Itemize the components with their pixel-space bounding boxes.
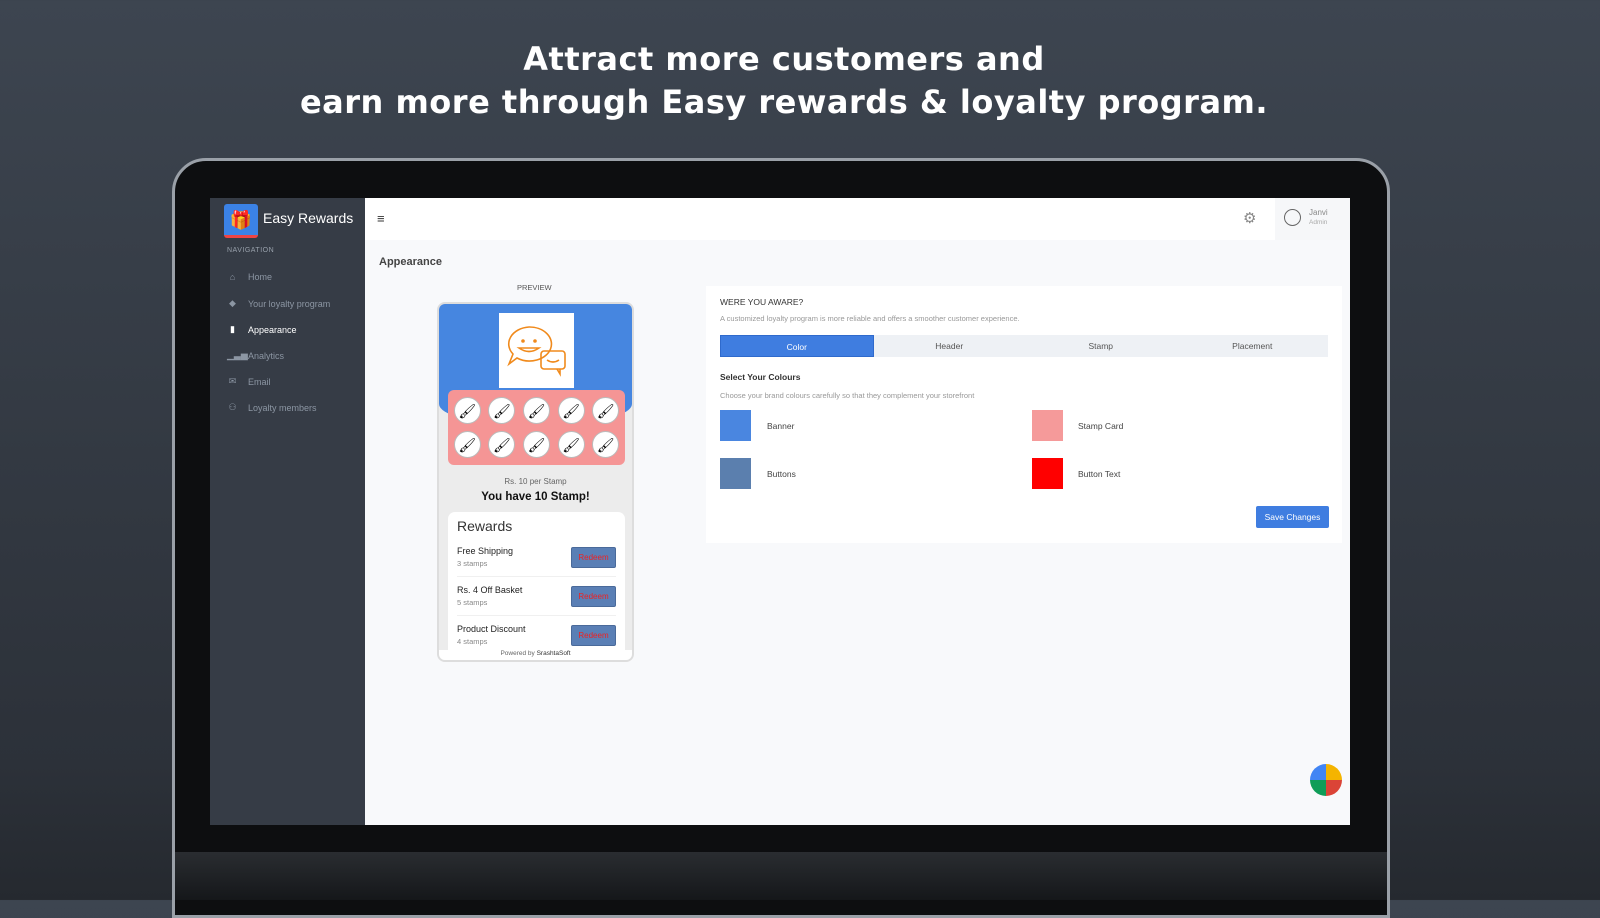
sidebar: 🎁 Easy Rewards NAVIGATION ⌂ Home ◆ Your lo… [210, 198, 365, 825]
aware-text: A customized loyalty program is more rel… [720, 314, 1020, 323]
headline-line-1: Attract more customers and [523, 40, 1045, 78]
banner-color-swatch[interactable] [720, 410, 751, 441]
users-icon: ⚇ [228, 402, 237, 412]
stamp-brush-icon: 🖌 [488, 431, 516, 459]
store-icon: ⌂ [229, 272, 236, 282]
appearance-settings-panel: WERE YOU AWARE? A customized loyalty pro… [706, 286, 1342, 543]
sidebar-item-loyalty-members[interactable]: ⚇ Loyalty members [227, 402, 317, 413]
sidebar-item-label: Your loyalty program [248, 298, 331, 309]
stamp-brush-icon: 🖌 [522, 396, 550, 424]
laptop-base [175, 852, 1387, 900]
sidebar-item-label: Loyalty members [248, 402, 317, 413]
buttons-color-label: Buttons [767, 469, 796, 479]
banner-color-label: Banner [767, 421, 795, 431]
settings-gear-icon[interactable]: ⚙ [1243, 209, 1256, 227]
select-colours-title: Select Your Colours [720, 372, 801, 382]
stamp-grid: 🖌 🖌 🖌 🖌 🖌 🖌 🖌 🖌 🖌 🖌 [448, 390, 625, 465]
mail-icon: ✉ [228, 376, 237, 386]
rewards-title: Rewards [457, 518, 513, 534]
srashtasoft-logo-icon[interactable] [1310, 764, 1342, 796]
loyalty-card-preview: 🖌 🖌 🖌 🖌 🖌 🖌 🖌 🖌 🖌 🖌 Rs. 10 per Stamp You have 10… [437, 302, 634, 662]
aware-title: WERE YOU AWARE? [720, 297, 804, 307]
reward-stamps: 4 stamps [457, 637, 488, 646]
redeem-button[interactable]: Redeem [571, 624, 616, 646]
reward-name: Product Discount [457, 624, 526, 634]
sidebar-item-loyalty-program[interactable]: ◆ Your loyalty program [227, 298, 330, 309]
button-text-color-label: Button Text [1078, 469, 1121, 479]
chat-smiley-logo-icon [499, 313, 574, 388]
tab-color[interactable]: Color [720, 335, 874, 357]
sidebar-item-label: Email [248, 376, 271, 387]
tab-header[interactable]: Header [874, 335, 1026, 357]
redeem-button[interactable]: Redeem [571, 585, 616, 607]
stamp-card-color-label: Stamp Card [1078, 421, 1124, 431]
rewards-list: Rewards Free Shipping 3 stamps Redeem Rs. … [448, 512, 625, 660]
stamp-brush-icon: 🖌 [557, 431, 585, 459]
bar-chart-icon: ▁▃▅ [227, 350, 248, 360]
user-avatar-icon [1284, 209, 1301, 226]
powered-brand: SrashtaSoft [536, 650, 571, 657]
sidebar-item-label: Appearance [248, 324, 297, 335]
stamp-count: You have 10 Stamp! [481, 491, 590, 503]
powered-by: Powered by SrashtaSoft [439, 650, 632, 660]
stamp-rate: Rs. 10 per Stamp [504, 477, 567, 486]
reward-name: Rs. 4 Off Basket [457, 585, 523, 595]
user-role: Admin [1309, 219, 1328, 226]
reward-item: Rs. 4 Off Basket 5 stamps Redeem [457, 577, 616, 616]
tab-placement[interactable]: Placement [1177, 335, 1329, 357]
sidebar-item-appearance[interactable]: ▮ Appearance [227, 324, 297, 335]
nav-heading: NAVIGATION [227, 247, 275, 254]
app-name: Easy Rewards [263, 210, 354, 226]
stamp-brush-icon: 🖌 [522, 431, 550, 459]
reward-item: Free Shipping 3 stamps Redeem [457, 538, 616, 577]
sidebar-item-label: Home [248, 272, 273, 282]
stamp-brush-icon: 🖌 [592, 431, 620, 459]
button-text-color-swatch[interactable] [1032, 458, 1063, 489]
stamp-brush-icon: 🖌 [592, 396, 620, 424]
app-screen: 🎁 Easy Rewards NAVIGATION ⌂ Home ◆ Your lo… [210, 198, 1350, 825]
select-colours-desc: Choose your brand colours carefully so t… [720, 391, 975, 400]
tab-stamp[interactable]: Stamp [1025, 335, 1177, 357]
stamp-brush-icon: 🖌 [488, 396, 516, 424]
user-menu[interactable]: Janvi Admin [1275, 198, 1350, 240]
redeem-button[interactable]: Redeem [571, 546, 616, 568]
sidebar-item-label: Analytics [248, 350, 285, 361]
save-changes-button[interactable]: Save Changes [1256, 506, 1329, 528]
app-logo-icon: 🎁 [224, 204, 258, 238]
headline-line-2: earn more through Easy rewards & loyalty… [299, 83, 1269, 121]
diamond-icon: ◆ [229, 298, 236, 308]
sidebar-item-analytics[interactable]: ▁▃▅ Analytics [227, 350, 284, 361]
stamp-brush-icon: 🖌 [557, 396, 585, 424]
sidebar-item-home[interactable]: ⌂ Home [227, 272, 272, 282]
settings-tabs: Color Header Stamp Placement [720, 335, 1328, 357]
preview-label: PREVIEW [517, 283, 552, 292]
hamburger-menu-icon[interactable]: ≡ [377, 211, 385, 226]
powered-prefix: Powered by [500, 650, 537, 657]
stamp-brush-icon: 🖌 [453, 396, 481, 424]
stamp-brush-icon: 🖌 [453, 431, 481, 459]
user-name: Janvi [1309, 208, 1328, 217]
page-title: Appearance [379, 256, 442, 268]
stamp-card-color-swatch[interactable] [1032, 410, 1063, 441]
reward-stamps: 5 stamps [457, 598, 488, 607]
headline: Attract more customers and earn more thro… [0, 38, 1568, 124]
reward-name: Free Shipping [457, 546, 514, 556]
paint-icon: ▮ [230, 324, 235, 334]
top-bar: ≡ ⚙ Janvi Admin [365, 198, 1350, 240]
buttons-color-swatch[interactable] [720, 458, 751, 489]
sidebar-item-email[interactable]: ✉ Email [227, 376, 271, 387]
reward-stamps: 3 stamps [457, 559, 488, 568]
